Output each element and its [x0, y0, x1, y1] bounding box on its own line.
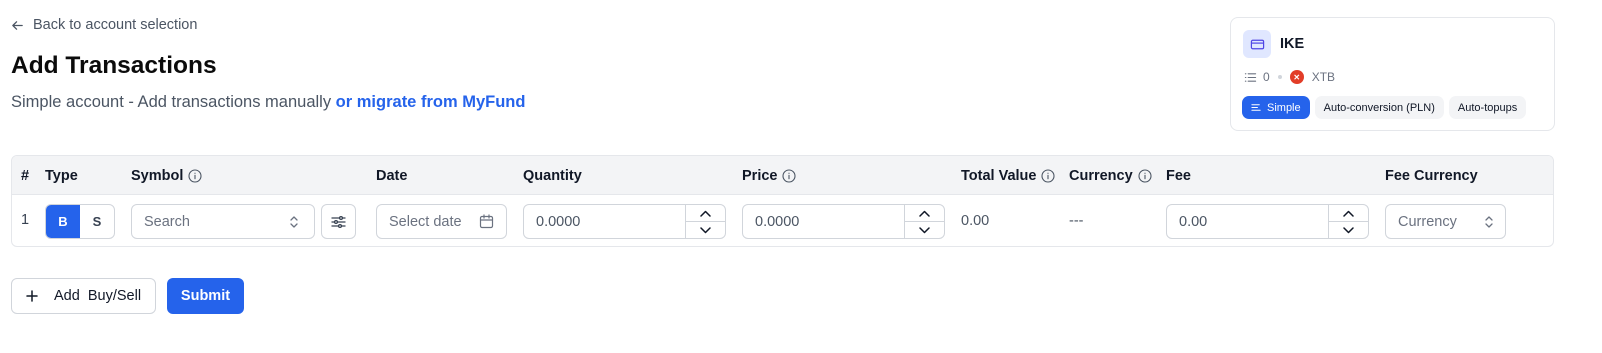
plus-icon [26, 290, 38, 302]
tag-simple-label: Simple [1267, 101, 1301, 114]
sell-button[interactable]: S [80, 205, 114, 238]
symbol-select[interactable]: Search [131, 204, 315, 239]
increment-button[interactable] [905, 205, 944, 221]
xtb-logo-icon: ✕ [1289, 70, 1304, 84]
header-total-label: Total Value [961, 168, 1037, 184]
account-meta: 0 ✕ XTB [1244, 70, 1335, 84]
fee-stepper[interactable]: 0.00 [1166, 204, 1369, 239]
decrement-button[interactable] [905, 221, 944, 238]
sliders-icon [331, 215, 346, 228]
chevron-up-icon [1343, 210, 1354, 217]
info-icon[interactable] [188, 169, 202, 183]
list-icon [1244, 72, 1257, 82]
tag-auto-topups: Auto-topups [1448, 96, 1527, 119]
transactions-table: # Type Symbol Date Quantity Price Total … [11, 155, 1554, 247]
fee-currency-placeholder: Currency [1398, 213, 1457, 230]
separator-dot [1277, 75, 1282, 79]
header-total-value: Total Value [961, 168, 1056, 184]
header-fee-currency-label: Fee Currency [1385, 168, 1478, 184]
submit-button[interactable]: Submit [167, 278, 244, 314]
symbol-placeholder: Search [144, 213, 190, 230]
chevron-down-icon [1343, 226, 1354, 233]
account-name: IKE [1280, 36, 1305, 52]
header-currency-label: Currency [1069, 168, 1133, 184]
back-link-label: Back to account selection [33, 17, 198, 33]
account-card: IKE 0 ✕ XTB Simple Auto-conversion (PLN)… [1230, 17, 1555, 131]
info-icon[interactable] [782, 169, 797, 183]
header-quantity: Quantity [523, 168, 582, 184]
symbol-options-button[interactable] [321, 204, 356, 239]
header-fee-label: Fee [1166, 168, 1191, 184]
row-number: 1 [21, 212, 30, 228]
quantity-stepper[interactable]: 0.0000 [523, 204, 726, 239]
add-buy-sell-button[interactable]: Add Buy/Sell [11, 278, 156, 314]
account-tags: Simple Auto-conversion (PLN) Auto-topups [1242, 96, 1527, 119]
header-date-label: Date [376, 168, 408, 184]
tag-auto-conversion: Auto-conversion (PLN) [1314, 96, 1444, 119]
fee-stepper-controls [1328, 205, 1368, 238]
header-type: Type [45, 168, 78, 184]
broker-name: XTB [1311, 70, 1336, 84]
price-stepper[interactable]: 0.0000 [742, 204, 945, 239]
tag-simple: Simple [1242, 96, 1310, 119]
credit-card-icon [1243, 30, 1271, 58]
arrow-left-icon [12, 20, 23, 30]
calendar-icon [479, 214, 494, 229]
info-icon[interactable] [1041, 169, 1056, 183]
header-type-label: Type [45, 168, 78, 184]
header-price-label: Price [742, 168, 778, 184]
buy-button[interactable]: B [46, 205, 80, 238]
add-type-label: Buy/Sell [87, 288, 142, 304]
header-num: # [21, 168, 29, 184]
chevron-up-icon [919, 210, 930, 217]
info-icon[interactable] [1138, 169, 1152, 183]
fee-value[interactable]: 0.00 [1167, 214, 1328, 230]
header-fee: Fee [1166, 168, 1191, 184]
quantity-value[interactable]: 0.0000 [524, 214, 685, 230]
add-button-label: Add Buy/Sell [54, 288, 141, 304]
header-symbol-label: Symbol [131, 168, 184, 184]
chevron-updown-icon [290, 215, 298, 228]
chevron-updown-icon [1485, 215, 1493, 228]
increment-button[interactable] [686, 205, 725, 221]
header-currency: Currency [1069, 168, 1152, 184]
sliders-icon [1251, 104, 1261, 111]
quantity-stepper-controls [685, 205, 725, 238]
total-value: 0.00 [961, 213, 990, 229]
chevron-down-icon [700, 226, 711, 233]
back-link[interactable]: Back to account selection [11, 17, 197, 33]
header-fee-currency: Fee Currency [1385, 168, 1478, 184]
increment-button[interactable] [1329, 205, 1368, 221]
page-subtitle: Simple account - Add transactions manual… [11, 93, 525, 112]
type-toggle[interactable]: B S [45, 204, 115, 239]
price-value[interactable]: 0.0000 [743, 214, 904, 230]
fee-currency-select[interactable]: Currency [1385, 204, 1506, 239]
decrement-button[interactable] [1329, 221, 1368, 238]
chevron-up-icon [700, 210, 711, 217]
table-header: # Type Symbol Date Quantity Price Total … [12, 156, 1553, 195]
date-picker[interactable]: Select date [376, 204, 507, 239]
currency-value: --- [1069, 213, 1084, 229]
add-label: Add [54, 288, 80, 304]
subtitle-text: Simple account - Add transactions manual… [11, 93, 336, 111]
migrate-link[interactable]: or migrate from MyFund [336, 93, 526, 111]
chevron-down-icon [919, 226, 930, 233]
decrement-button[interactable] [686, 221, 725, 238]
header-symbol: Symbol [131, 168, 202, 184]
page-title: Add Transactions [11, 52, 217, 79]
price-stepper-controls [904, 205, 944, 238]
date-placeholder: Select date [389, 213, 462, 230]
header-price: Price [742, 168, 797, 184]
header-quantity-label: Quantity [523, 168, 582, 184]
header-num-label: # [21, 168, 30, 184]
transaction-count: 0 [1263, 70, 1270, 84]
header-date: Date [376, 168, 407, 184]
